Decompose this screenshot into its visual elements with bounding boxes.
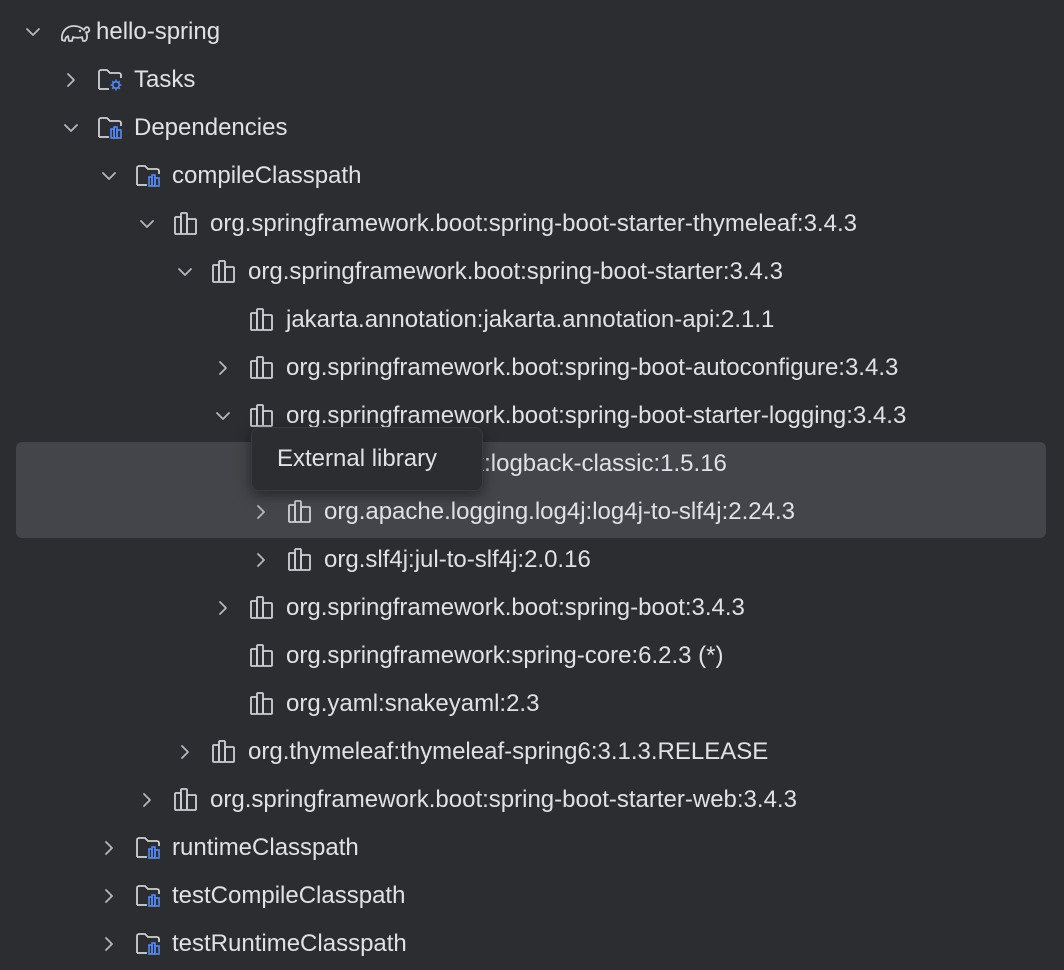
tree-row[interactable]: testCompileClasspath xyxy=(0,872,1064,920)
tree-row[interactable]: org.apache.logging.log4j:log4j-to-slf4j:… xyxy=(0,488,1064,536)
tree-row[interactable]: Dependencies xyxy=(0,104,1064,152)
tree-item-label: org.springframework.boot:spring-boot-sta… xyxy=(210,210,857,237)
chevron-right-icon[interactable] xyxy=(212,597,234,619)
library-icon xyxy=(248,690,276,718)
tree-row[interactable]: org.springframework.boot:spring-boot-sta… xyxy=(0,776,1064,824)
tree-row[interactable]: org.springframework.boot:spring-boot-sta… xyxy=(0,392,1064,440)
tree-item-label: testCompileClasspath xyxy=(172,882,406,909)
chevron-right-icon[interactable] xyxy=(98,837,120,859)
chevron-down-icon[interactable] xyxy=(174,261,196,283)
chevron-down-icon[interactable] xyxy=(22,21,44,43)
folder-dependencies-icon xyxy=(96,114,124,142)
tree-item-label: Dependencies xyxy=(134,114,288,141)
tree-row[interactable]: org.thymeleaf:thymeleaf-spring6:3.1.3.RE… xyxy=(0,728,1064,776)
tree-item-label: compileClasspath xyxy=(172,162,362,189)
chevron-right-icon[interactable] xyxy=(98,933,120,955)
tree-row[interactable]: runtimeClasspath xyxy=(0,824,1064,872)
tree-row[interactable]: org.springframework.boot:spring-boot:3.4… xyxy=(0,584,1064,632)
tree-row[interactable]: org.springframework.boot:spring-boot-sta… xyxy=(0,200,1064,248)
tree-item-label: jakarta.annotation:jakarta.annotation-ap… xyxy=(286,306,775,333)
library-icon xyxy=(248,594,276,622)
tree-item-label: org.thymeleaf:thymeleaf-spring6:3.1.3.RE… xyxy=(248,738,769,765)
tree-item-label: org.yaml:snakeyaml:2.3 xyxy=(286,690,540,717)
tooltip: External library xyxy=(251,427,483,491)
chevron-right-icon[interactable] xyxy=(174,741,196,763)
tree-row[interactable]: ch.qos.logback:logback-classic:1.5.16 xyxy=(0,440,1064,488)
tree-item-label: org.springframework.boot:spring-boot:3.4… xyxy=(286,594,745,621)
tree-row[interactable]: jakarta.annotation:jakarta.annotation-ap… xyxy=(0,296,1064,344)
chevron-right-icon[interactable] xyxy=(98,885,120,907)
tree-item-label: Tasks xyxy=(134,66,196,93)
tree-item-label: org.slf4j:jul-to-slf4j:2.0.16 xyxy=(324,546,591,573)
tree-row[interactable]: org.yaml:snakeyaml:2.3 xyxy=(0,680,1064,728)
tree-item-label: org.springframework.boot:spring-boot-sta… xyxy=(210,786,797,813)
chevron-down-icon[interactable] xyxy=(136,213,158,235)
tree-row[interactable]: org.slf4j:jul-to-slf4j:2.0.16 xyxy=(0,536,1064,584)
tree-item-label: hello-spring xyxy=(96,18,221,45)
folder-dependencies-icon xyxy=(134,834,162,862)
folder-dependencies-icon xyxy=(134,162,162,190)
chevron-right-icon[interactable] xyxy=(60,69,82,91)
tree-row[interactable]: org.springframework:spring-core:6.2.3 (*… xyxy=(0,632,1064,680)
tree-item-label: testRuntimeClasspath xyxy=(172,930,407,957)
chevron-down-icon[interactable] xyxy=(98,165,120,187)
library-icon xyxy=(210,258,238,286)
chevron-right-icon[interactable] xyxy=(136,789,158,811)
tree-row[interactable]: org.springframework.boot:spring-boot-sta… xyxy=(0,248,1064,296)
library-icon xyxy=(210,738,238,766)
tooltip-text: External library xyxy=(277,445,438,472)
library-icon xyxy=(248,354,276,382)
library-icon xyxy=(248,642,276,670)
tree-item-label: org.springframework:spring-core:6.2.3 (*… xyxy=(286,642,724,669)
tree-row[interactable]: hello-spring xyxy=(0,8,1064,56)
library-icon xyxy=(248,306,276,334)
tree-item-label: org.springframework.boot:spring-boot-aut… xyxy=(286,354,899,381)
chevron-right-icon[interactable] xyxy=(250,501,272,523)
tree-item-label: org.springframework.boot:spring-boot-sta… xyxy=(248,258,783,285)
tree-row[interactable]: compileClasspath xyxy=(0,152,1064,200)
folder-dependencies-icon xyxy=(134,930,162,958)
library-icon xyxy=(286,546,314,574)
tree-item-label: runtimeClasspath xyxy=(172,834,359,861)
dependency-tree: hello-spring Tasks Dependencies compileClas… xyxy=(0,0,1064,970)
library-icon xyxy=(172,210,200,238)
tree-row[interactable]: testRuntimeClasspath xyxy=(0,920,1064,968)
library-icon xyxy=(172,786,200,814)
chevron-down-icon[interactable] xyxy=(60,117,82,139)
folder-dependencies-icon xyxy=(134,882,162,910)
library-icon xyxy=(248,402,276,430)
chevron-down-icon[interactable] xyxy=(212,405,234,427)
tree-row[interactable]: org.springframework.boot:spring-boot-aut… xyxy=(0,344,1064,392)
tree-row[interactable]: Tasks xyxy=(0,56,1064,104)
chevron-right-icon[interactable] xyxy=(212,357,234,379)
folder-tasks-icon xyxy=(96,66,124,94)
tree-item-label: org.apache.logging.log4j:log4j-to-slf4j:… xyxy=(324,498,795,525)
chevron-right-icon[interactable] xyxy=(250,549,272,571)
library-icon xyxy=(286,498,314,526)
gradle-elephant-icon xyxy=(58,18,91,46)
